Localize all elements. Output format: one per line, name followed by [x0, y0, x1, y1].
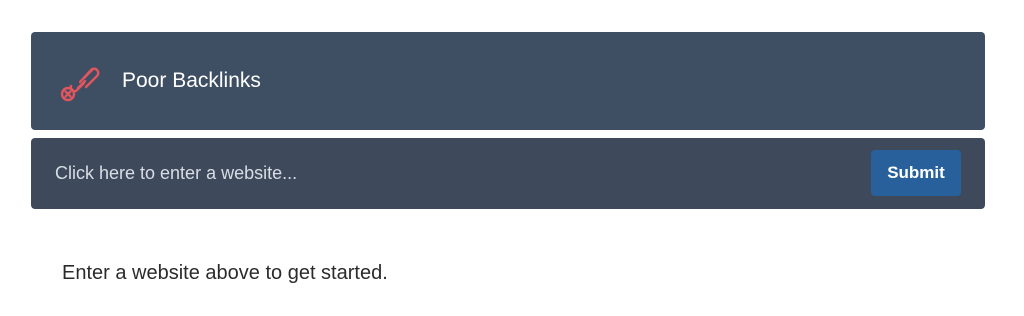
submit-button[interactable]: Submit — [871, 150, 961, 196]
page-title: Poor Backlinks — [122, 69, 261, 92]
helper-text: Enter a website above to get started. — [62, 262, 388, 284]
website-input[interactable] — [31, 138, 851, 209]
poor-backlinks-widget: Poor Backlinks Submit Enter a website ab… — [0, 0, 1024, 316]
header-bar: Poor Backlinks — [31, 32, 985, 130]
website-input-bar: Submit — [31, 138, 985, 209]
broken-link-icon — [58, 62, 100, 102]
